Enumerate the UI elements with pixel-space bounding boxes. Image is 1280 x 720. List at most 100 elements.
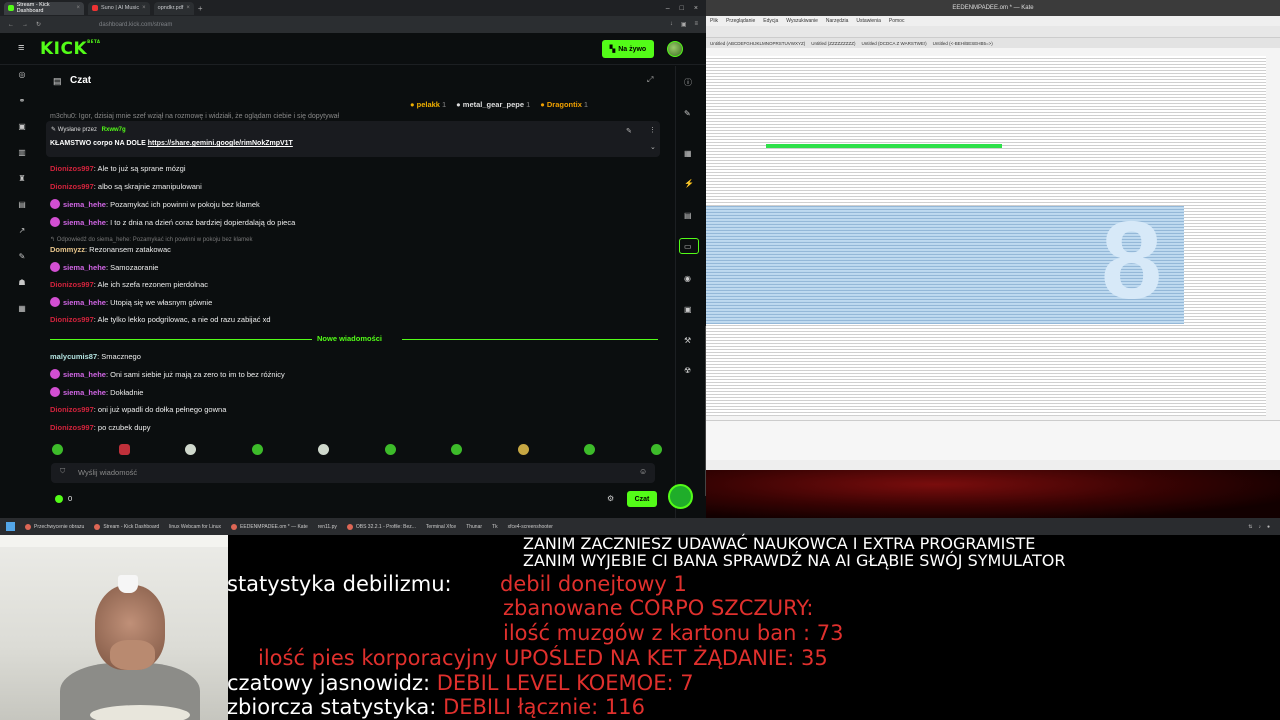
- trophy-icon[interactable]: ♜: [18, 174, 25, 183]
- info-icon[interactable]: ⓘ: [684, 77, 692, 88]
- editor-tab[interactable]: Untitled (DCDCA Z WARSTWE!): [862, 41, 927, 46]
- stream-icon[interactable]: ▣: [18, 122, 26, 131]
- gear-icon[interactable]: ⚙: [607, 494, 614, 503]
- message-user[interactable]: siema_hehe: [63, 218, 106, 227]
- chat-message[interactable]: siema_hehe: I to z dnia na dzień coraz b…: [50, 217, 295, 227]
- message-user[interactable]: Dommyzz: [50, 245, 85, 254]
- shop-icon[interactable]: ▦: [18, 304, 26, 313]
- lightning-icon[interactable]: ⚡: [684, 179, 694, 188]
- tools-icon[interactable]: ✎: [19, 252, 26, 261]
- message-user[interactable]: Dionizos997: [50, 182, 94, 191]
- message-user[interactable]: Dionizos997: [50, 164, 94, 173]
- emote-icon[interactable]: [318, 444, 330, 455]
- minimize-icon[interactable]: –: [666, 5, 670, 12]
- new-tab-icon[interactable]: +: [198, 4, 203, 13]
- menu-item[interactable]: Edycja: [763, 18, 778, 24]
- emote-icon[interactable]: [118, 444, 130, 455]
- emote-icon[interactable]: [251, 444, 263, 455]
- chat-message[interactable]: siema_hehe: Samozaoranie: [50, 262, 158, 272]
- message-user[interactable]: Dionizos997: [50, 315, 94, 324]
- chat-tool-icon[interactable]: ▭: [684, 242, 692, 251]
- chat-message[interactable]: Dionizos997: oni już wpadli do dołka peł…: [50, 405, 226, 414]
- taskbar-item[interactable]: EEDENMPADEE.om * — Kate: [231, 523, 308, 530]
- taskbar-item[interactable]: Stream - Kick Dashboard: [94, 523, 159, 530]
- pen-icon[interactable]: ✎: [684, 109, 691, 118]
- kick-logo[interactable]: KICKBETA: [40, 39, 100, 59]
- wrench-icon[interactable]: ⚒: [684, 336, 691, 345]
- go-live-button[interactable]: ▚ Na żywo: [602, 40, 654, 58]
- url-field[interactable]: dashboard.kick.com/stream: [99, 22, 172, 28]
- video-icon[interactable]: ▤: [18, 200, 26, 209]
- emote-icon[interactable]: [517, 444, 529, 455]
- start-menu-icon[interactable]: [6, 522, 15, 531]
- emote-icon[interactable]: [52, 444, 63, 455]
- volume-icon[interactable]: ♪: [1258, 524, 1261, 530]
- reload-icon[interactable]: ↻: [36, 21, 41, 28]
- pinned-user[interactable]: Rxww7g: [102, 127, 126, 133]
- more-options-icon[interactable]: ⋮: [649, 126, 656, 134]
- taskbar-item[interactable]: ren11.py: [318, 524, 337, 530]
- mod-icon[interactable]: ▦: [684, 149, 692, 158]
- editor-text-area[interactable]: 8: [706, 56, 1266, 416]
- taskbar-item[interactable]: OBS 32.2.1 - Profile: Bez...: [346, 523, 416, 530]
- link-icon[interactable]: ⚭: [19, 96, 26, 105]
- close-tab-icon[interactable]: ×: [142, 5, 146, 11]
- editor-tab[interactable]: Untitled (<-BEH/BESEHB5=>): [933, 41, 993, 46]
- menu-item[interactable]: Wyszukiwanie: [786, 18, 818, 24]
- chat-message[interactable]: siema_hehe: Pozamykać ich powinni w poko…: [50, 199, 260, 209]
- message-user[interactable]: Dionizos997: [50, 423, 94, 432]
- back-icon[interactable]: ←: [8, 22, 14, 28]
- tab-pdf[interactable]: opndkr.pdf ×: [153, 1, 194, 15]
- menu-item[interactable]: Przeglądanie: [726, 18, 755, 24]
- growth-icon[interactable]: ↗: [19, 226, 26, 235]
- chat-message[interactable]: Dionizos997: albo są skrajnie zmanipulow…: [50, 182, 202, 191]
- user-avatar[interactable]: [667, 41, 683, 57]
- gifter[interactable]: ● Dragontix 1: [540, 100, 588, 109]
- message-user[interactable]: siema_hehe: [63, 200, 106, 209]
- close-tab-icon[interactable]: ×: [76, 5, 80, 11]
- message-user[interactable]: malycumis87: [50, 352, 97, 361]
- send-chat-button[interactable]: Czat: [627, 491, 657, 507]
- team-icon[interactable]: ☗: [18, 278, 25, 287]
- chat-message[interactable]: siema_hehe: Utopią się we własnym gównie: [50, 297, 212, 307]
- gifter[interactable]: ● pelakk 1: [410, 100, 446, 109]
- taskbar-item[interactable]: Tk: [492, 524, 498, 530]
- close-tab-icon[interactable]: ×: [186, 5, 190, 11]
- taskbar-item[interactable]: Thunar: [466, 524, 482, 530]
- taskbar-item[interactable]: Przechwycenie obrazu: [25, 523, 84, 530]
- taskbar-item[interactable]: linux Webcam for Linux: [169, 524, 221, 530]
- emote-icon[interactable]: [584, 444, 596, 455]
- taskbar-item[interactable]: Terminal Xfce: [426, 524, 456, 530]
- maximize-icon[interactable]: □: [680, 5, 684, 12]
- menu-icon[interactable]: ≡: [694, 21, 698, 28]
- taskbar-item[interactable]: xfce4-screenshooter: [508, 524, 553, 530]
- gifter[interactable]: ● metal_gear_pepe 1: [456, 100, 530, 109]
- chat-message[interactable]: Dionizos997: Ale ich szefa rezonem pierd…: [50, 280, 208, 289]
- chat-message[interactable]: Dionizos997: Ale to już są sprane mózgi: [50, 164, 185, 173]
- tab-suno[interactable]: Suno | AI Music ×: [88, 1, 150, 15]
- assistant-fab[interactable]: [668, 484, 693, 509]
- target-icon[interactable]: ◉: [684, 274, 691, 283]
- chat-message[interactable]: Dionizos997: Ale tylko lekko podgrilowac…: [50, 315, 271, 324]
- chat-message[interactable]: malycumis87: Smacznego: [50, 352, 141, 361]
- emote-icon[interactable]: [451, 444, 463, 455]
- emoji-icon[interactable]: ☺: [639, 467, 647, 476]
- emote-icon[interactable]: [650, 444, 662, 455]
- menu-item[interactable]: Narzędzia: [826, 18, 849, 24]
- popout-icon[interactable]: ⤢: [647, 75, 653, 85]
- emote-icon[interactable]: [384, 444, 396, 455]
- notification-icon[interactable]: ●: [1267, 524, 1270, 530]
- menu-item[interactable]: Plik: [710, 18, 718, 24]
- message-user[interactable]: Dionizos997: [50, 280, 94, 289]
- emote-icon[interactable]: [185, 444, 197, 455]
- message-user[interactable]: siema_hehe: [63, 370, 106, 379]
- message-user[interactable]: Dionizos997: [50, 405, 94, 414]
- points-counter[interactable]: 0: [55, 494, 72, 503]
- menu-item[interactable]: Ustawienia: [856, 18, 880, 24]
- archive-icon[interactable]: ▣: [684, 305, 692, 314]
- editor-tab[interactable]: Untitled (ZZZZZZZZZ): [811, 41, 855, 46]
- close-window-icon[interactable]: ×: [694, 5, 698, 12]
- chat-message[interactable]: siema_hehe: Oni sami siebie już mają za …: [50, 369, 285, 379]
- pinned-link[interactable]: https://share.gemini.google/rimNokZmpV1T: [148, 140, 293, 147]
- chat-message[interactable]: Dommyzz: Rezonansem zatakowac: [50, 245, 171, 254]
